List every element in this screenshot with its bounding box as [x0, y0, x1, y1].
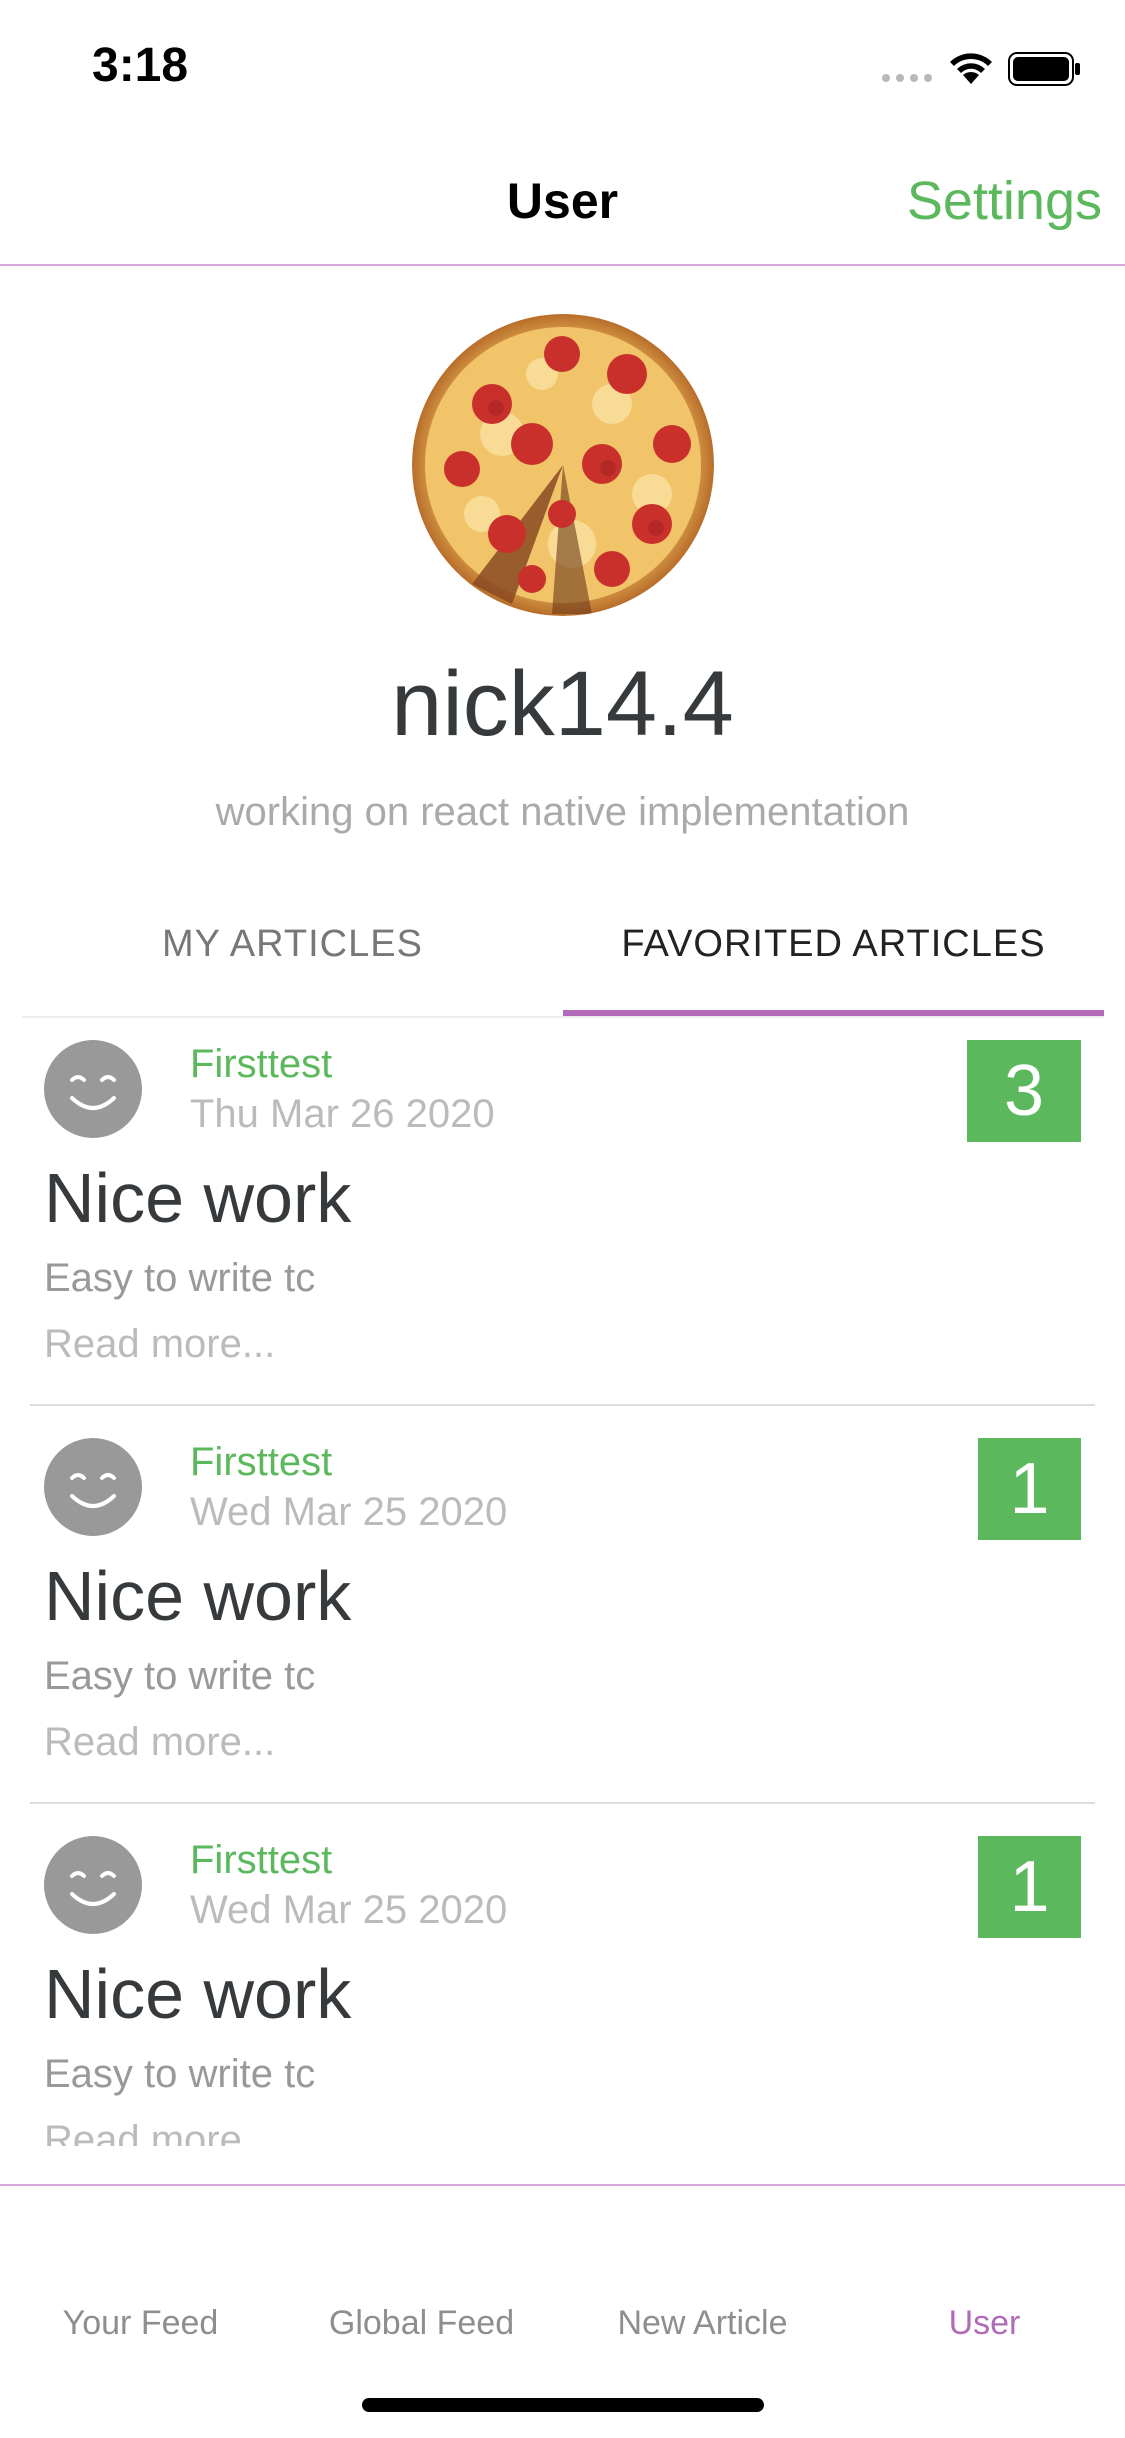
tab-your-feed[interactable]: Your Feed: [0, 2304, 281, 2343]
favorite-count-button[interactable]: 1: [978, 1438, 1081, 1540]
tab-new-article[interactable]: New Article: [562, 2304, 843, 2343]
tab-global-feed[interactable]: Global Feed: [281, 2304, 562, 2343]
wifi-icon: [950, 53, 992, 84]
profile-username: nick14.4: [391, 653, 734, 755]
pizza-avatar-icon: [412, 314, 714, 616]
status-bar: 3:18: [0, 0, 1125, 132]
navigation-bar: User Settings: [0, 132, 1125, 266]
article-tabs: MY ARTICLES FAVORITED ARTICLES: [22, 900, 1104, 1016]
smiley-face-icon: [44, 1040, 142, 1138]
favorite-count-button[interactable]: 3: [967, 1040, 1081, 1142]
article-list[interactable]: Firsttest Thu Mar 26 2020 3 Nice work Ea…: [0, 1018, 1125, 2146]
article-title[interactable]: Nice work: [44, 1158, 351, 1238]
article-date: Wed Mar 25 2020: [190, 1490, 508, 1534]
read-more-link[interactable]: Read more...: [44, 1322, 275, 1367]
divider: [30, 1404, 1095, 1406]
home-indicator[interactable]: [362, 2398, 764, 2412]
article-card[interactable]: Firsttest Thu Mar 26 2020 3 Nice work Ea…: [0, 1018, 1125, 1416]
article-author[interactable]: Firsttest: [190, 1440, 332, 1485]
read-more-link[interactable]: Read more...: [44, 2118, 275, 2146]
settings-button[interactable]: Settings: [907, 170, 1102, 232]
tab-my-articles[interactable]: MY ARTICLES: [22, 900, 563, 1016]
battery-icon: [1008, 52, 1080, 86]
article-title[interactable]: Nice work: [44, 1954, 351, 2034]
status-time: 3:18: [92, 39, 189, 92]
article-description: Easy to write tc: [44, 1654, 316, 1698]
article-description: Easy to write tc: [44, 1256, 316, 1300]
cellular-signal-icon: [882, 74, 932, 82]
article-description: Easy to write tc: [44, 2052, 316, 2096]
read-more-link[interactable]: Read more...: [44, 1720, 275, 1765]
article-date: Wed Mar 25 2020: [190, 1888, 508, 1932]
tab-favorited-articles[interactable]: FAVORITED ARTICLES: [563, 900, 1104, 1016]
article-date: Thu Mar 26 2020: [190, 1092, 495, 1136]
article-card[interactable]: Firsttest Wed Mar 25 2020 1 Nice work Ea…: [0, 1814, 1125, 2146]
smiley-face-icon: [44, 1836, 142, 1934]
article-card[interactable]: Firsttest Wed Mar 25 2020 1 Nice work Ea…: [0, 1416, 1125, 1814]
smiley-face-icon: [44, 1438, 142, 1536]
profile-bio: working on react native implementation: [215, 790, 910, 834]
favorite-count-button[interactable]: 1: [978, 1836, 1081, 1938]
article-author[interactable]: Firsttest: [190, 1838, 332, 1883]
divider: [30, 1802, 1095, 1804]
tab-user[interactable]: User: [844, 2304, 1125, 2343]
article-author[interactable]: Firsttest: [190, 1042, 332, 1087]
article-title[interactable]: Nice work: [44, 1556, 351, 1636]
